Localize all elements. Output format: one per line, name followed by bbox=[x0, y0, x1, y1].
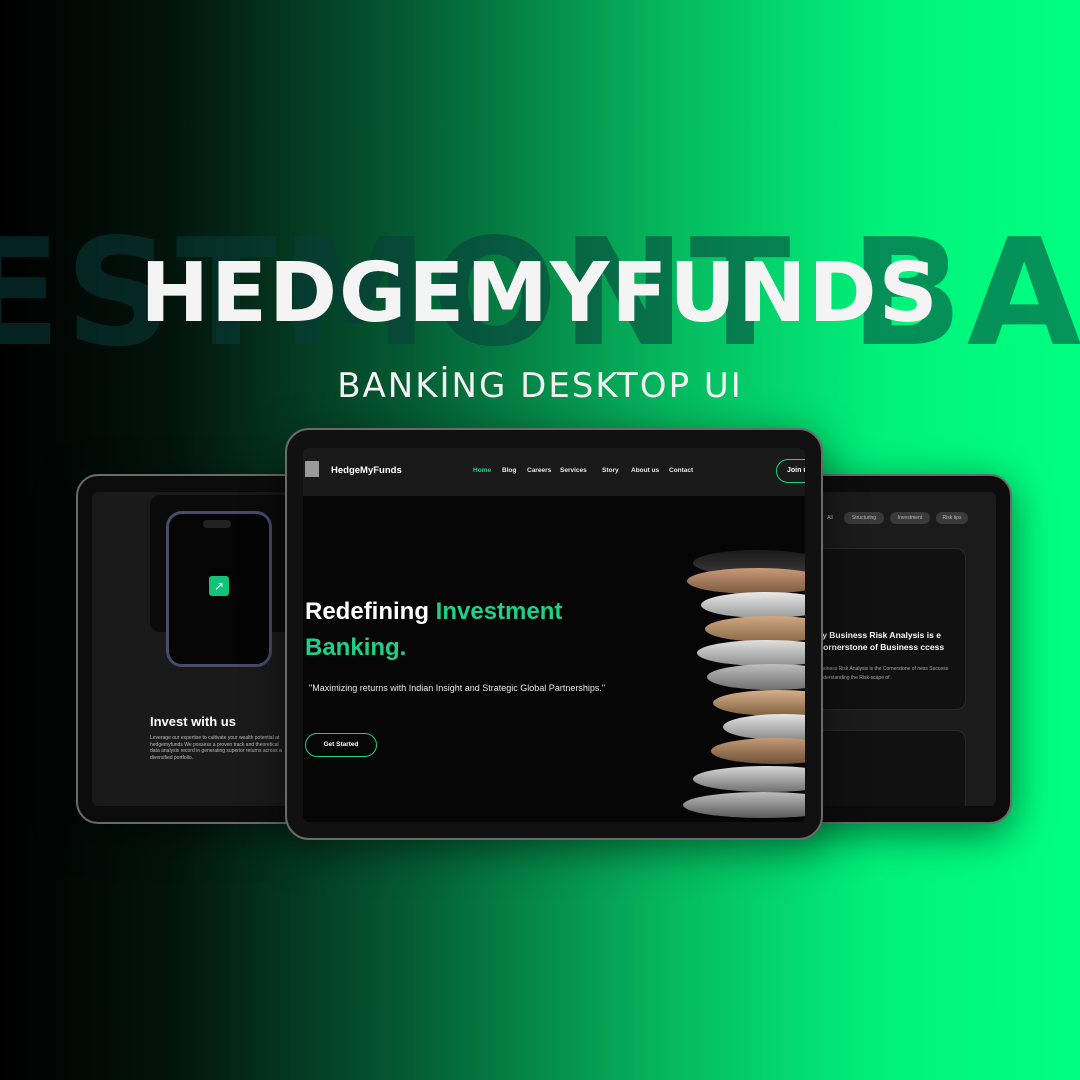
chip-risk-tips[interactable]: Risk tips bbox=[936, 512, 968, 524]
nav-blog[interactable]: Blog bbox=[502, 467, 516, 474]
coin bbox=[711, 738, 805, 764]
coin bbox=[687, 568, 805, 594]
nav-careers[interactable]: Careers bbox=[527, 467, 551, 474]
coin bbox=[723, 714, 805, 740]
coin bbox=[683, 792, 805, 818]
brand-name[interactable]: HedgeMyFunds bbox=[331, 465, 402, 476]
hero-quote: "Maximizing returns with Indian Insight … bbox=[309, 683, 606, 693]
tablet-main-screen: HedgeMyFunds Home Blog Careers Services … bbox=[303, 448, 805, 822]
nav-services[interactable]: Services bbox=[560, 467, 587, 474]
tablet-main: HedgeMyFunds Home Blog Careers Services … bbox=[285, 428, 823, 840]
promo-subtitle: BANKİNG DESKTOP UI bbox=[337, 366, 743, 406]
chip-all[interactable]: All bbox=[822, 512, 838, 524]
blog-card-2[interactable] bbox=[816, 730, 966, 806]
chip-investment[interactable]: Investment bbox=[890, 512, 930, 524]
coin bbox=[693, 766, 805, 792]
coin bbox=[701, 592, 805, 618]
join-us-button[interactable]: Join u bbox=[776, 459, 805, 483]
nav-home[interactable]: Home bbox=[473, 467, 491, 474]
coin-stack-image bbox=[683, 540, 805, 822]
hero-title-accent-2: Banking. bbox=[305, 634, 407, 661]
nav-about-us[interactable]: About us bbox=[631, 467, 659, 474]
phone-notch bbox=[203, 520, 231, 528]
invest-body: Leverage our expertise to cultivate your… bbox=[150, 735, 282, 761]
coin bbox=[707, 664, 805, 690]
tablet-left: ↗ Invest with us Leverage our expertise … bbox=[76, 474, 310, 824]
tablet-left-screen: ↗ Invest with us Leverage our expertise … bbox=[92, 492, 294, 806]
coin bbox=[705, 616, 805, 642]
top-nav: HedgeMyFunds Home Blog Careers Services … bbox=[303, 448, 805, 496]
blog-card-title: ny Business Risk Analysis is e Cornersto… bbox=[817, 630, 945, 652]
phone-card: ↗ bbox=[150, 495, 294, 667]
chip-structuring[interactable]: Structuring bbox=[844, 512, 884, 524]
tablet-right: All Structuring Investment Risk tips ny … bbox=[800, 474, 1012, 824]
brand-logo bbox=[305, 461, 319, 477]
hero-title-accent: Investment bbox=[435, 598, 563, 625]
nav-story[interactable]: Story bbox=[602, 467, 619, 474]
blog-card[interactable]: ny Business Risk Analysis is e Cornersto… bbox=[816, 548, 966, 710]
invest-heading: Invest with us bbox=[150, 714, 236, 729]
trend-up-icon: ↗ bbox=[209, 576, 229, 596]
blog-card-text: Business Risk Analysis is the Cornerston… bbox=[817, 666, 949, 681]
nav-contact[interactable]: Contact bbox=[669, 467, 693, 474]
get-started-button[interactable]: Get Started bbox=[305, 733, 377, 757]
promo-title: HEDGEMYFUNDS bbox=[140, 246, 940, 341]
hero-title-line: Redefining bbox=[305, 598, 436, 625]
phone-mockup: ↗ bbox=[166, 511, 272, 667]
coin bbox=[697, 640, 805, 666]
coin bbox=[713, 690, 805, 716]
tablet-right-screen: All Structuring Investment Risk tips ny … bbox=[816, 492, 996, 806]
hero-title: Redefining Investment Banking. bbox=[305, 594, 645, 666]
